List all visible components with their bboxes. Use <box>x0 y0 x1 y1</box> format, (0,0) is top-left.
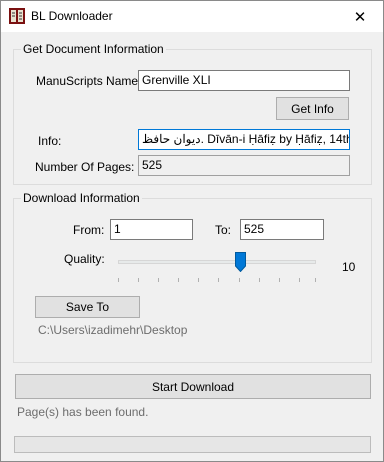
slider-thumb-icon[interactable] <box>235 252 246 272</box>
info-label: Info: <box>38 134 62 148</box>
document-info-caption: Get Document Information <box>21 42 166 56</box>
download-info-caption: Download Information <box>21 191 142 205</box>
from-field[interactable]: 1 <box>110 219 193 240</box>
manuscripts-name-label: ManuScripts Name: <box>36 74 142 88</box>
to-field[interactable]: 525 <box>240 219 324 240</box>
app-window: BL Downloader ✕ Get Document Information… <box>0 0 384 462</box>
save-path-text: C:\Users\izadimehr\Desktop <box>38 323 188 337</box>
title-bar[interactable]: BL Downloader ✕ <box>1 1 383 32</box>
to-label: To: <box>215 223 232 237</box>
window-title: BL Downloader <box>31 9 113 23</box>
manuscripts-name-field[interactable]: Grenville XLI <box>138 70 350 91</box>
get-info-button[interactable]: Get Info <box>276 97 349 120</box>
save-to-button[interactable]: Save To <box>35 296 140 318</box>
status-text: Page(s) has been found. <box>17 405 149 419</box>
number-of-pages-label: Number Of Pages: <box>35 160 135 174</box>
close-icon: ✕ <box>353 8 367 26</box>
from-label: From: <box>73 223 105 237</box>
start-download-button[interactable]: Start Download <box>15 374 371 399</box>
info-field[interactable]: ديوان حافظ. Dīvān-i Ḥāfiẓ by Ḥāfiẓ, 14th… <box>138 129 350 150</box>
close-button[interactable]: ✕ <box>337 1 383 32</box>
quality-slider-track[interactable] <box>118 260 316 264</box>
quality-value: 10 <box>342 260 356 274</box>
download-progress-bar <box>14 436 371 453</box>
book-icon <box>9 8 25 24</box>
quality-label: Quality: <box>64 252 105 266</box>
number-of-pages-field: 525 <box>138 155 350 176</box>
